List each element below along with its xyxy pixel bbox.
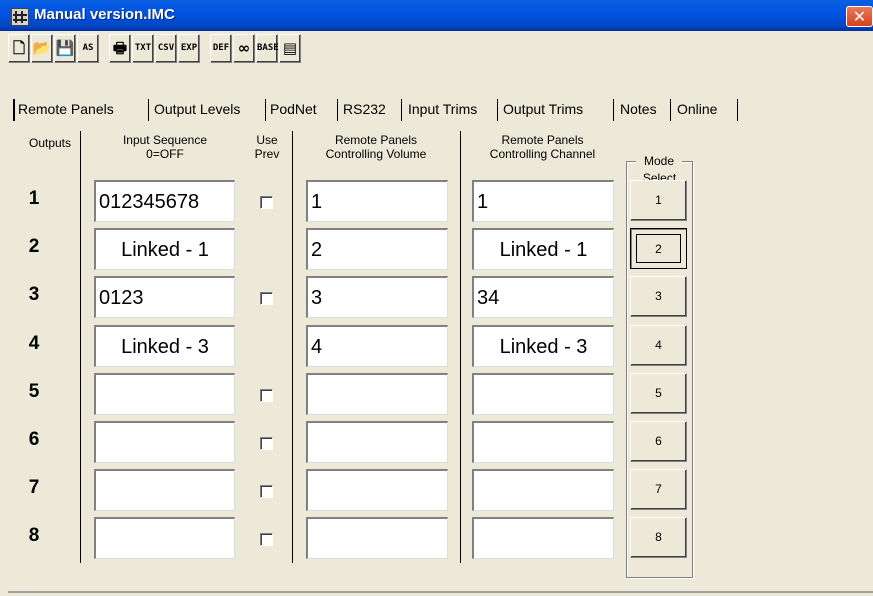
- remote-volume-field[interactable]: [306, 517, 448, 559]
- input-sequence-header: Input Sequence 0=OFF: [122, 133, 208, 161]
- tab-separator: [613, 99, 614, 121]
- link-icon[interactable]: ∞: [233, 34, 255, 63]
- column-divider: [292, 131, 293, 563]
- remote-channel-field[interactable]: Linked - 3: [472, 325, 614, 367]
- tab-online[interactable]: Online: [677, 101, 717, 117]
- mode-button-3[interactable]: 3: [630, 276, 687, 317]
- column-divider: [460, 131, 461, 563]
- window-title: Manual version.IMC: [34, 6, 175, 23]
- use-prev-checkbox[interactable]: [260, 196, 273, 209]
- remote-channel-field[interactable]: [472, 469, 614, 511]
- mode-button-5[interactable]: 5: [630, 373, 687, 414]
- remote-channel-field[interactable]: [472, 373, 614, 415]
- tab-separator: [265, 99, 266, 121]
- input-sequence-field[interactable]: 0123: [94, 276, 235, 318]
- print-icon[interactable]: 🖶: [109, 34, 131, 63]
- export-exp-button[interactable]: EXP: [178, 34, 200, 63]
- tab-notes[interactable]: Notes: [620, 101, 657, 117]
- remote-channel-header: Remote Panels Controlling Channel: [489, 133, 596, 161]
- export-txt-button[interactable]: TXT: [132, 34, 154, 63]
- remote-channel-field[interactable]: [472, 421, 614, 463]
- input-sequence-field[interactable]: [94, 421, 235, 463]
- input-sequence-field[interactable]: [94, 373, 235, 415]
- panel-icon[interactable]: ▤: [279, 34, 301, 63]
- row-number: 6: [28, 429, 40, 450]
- mode-label: Mode: [636, 154, 682, 168]
- remote-volume-field[interactable]: 2: [306, 228, 448, 270]
- tab-rs232[interactable]: RS232: [343, 101, 386, 117]
- row-number: 1: [28, 188, 40, 209]
- use-prev-checkbox[interactable]: [260, 389, 273, 402]
- remote-channel-field[interactable]: 1: [472, 180, 614, 222]
- tab-separator: [337, 99, 338, 121]
- tab-output-trims[interactable]: Output Trims: [503, 101, 583, 117]
- close-button[interactable]: ✕: [846, 6, 873, 27]
- remote-volume-header: Remote Panels Controlling Volume: [325, 133, 427, 161]
- use-prev-checkbox[interactable]: [260, 437, 273, 450]
- mode-button-4[interactable]: 4: [630, 325, 687, 366]
- column-divider: [80, 131, 81, 563]
- mode-button-1[interactable]: 1: [630, 180, 687, 221]
- tab-separator: [737, 99, 738, 121]
- row-number: 4: [28, 333, 40, 354]
- row-number: 2: [28, 236, 40, 257]
- export-csv-button[interactable]: CSV: [155, 34, 177, 63]
- row-number: 3: [28, 284, 40, 305]
- use-prev-checkbox[interactable]: [260, 485, 273, 498]
- mode-button-2[interactable]: 2: [630, 228, 687, 269]
- save-as-icon[interactable]: AS: [77, 34, 99, 63]
- remote-volume-field[interactable]: 1: [306, 180, 448, 222]
- remote-volume-field[interactable]: 4: [306, 325, 448, 367]
- input-sequence-field[interactable]: 012345678: [94, 180, 235, 222]
- remote-channel-field[interactable]: Linked - 1: [472, 228, 614, 270]
- close-icon: ✕: [852, 7, 867, 26]
- tab-separator: [670, 99, 671, 121]
- app-icon: [11, 8, 29, 26]
- input-sequence-field[interactable]: Linked - 1: [94, 228, 235, 270]
- input-sequence-field[interactable]: Linked - 3: [94, 325, 235, 367]
- tab-remote-panels[interactable]: Remote Panels: [18, 101, 114, 117]
- row-number: 8: [28, 525, 40, 546]
- row-number: 5: [28, 381, 40, 402]
- use-prev-checkbox[interactable]: [260, 533, 273, 546]
- mode-button-8[interactable]: 8: [630, 517, 687, 558]
- tab-output-levels[interactable]: Output Levels: [154, 101, 240, 117]
- remote-channel-field[interactable]: 34: [472, 276, 614, 318]
- remote-volume-field[interactable]: [306, 421, 448, 463]
- mode-select-group: [626, 161, 693, 578]
- open-folder-icon[interactable]: 📂: [31, 34, 53, 63]
- remote-volume-field[interactable]: 3: [306, 276, 448, 318]
- use-prev-checkbox[interactable]: [260, 292, 273, 305]
- outputs-header: Outputs: [28, 136, 72, 150]
- remote-volume-field[interactable]: [306, 373, 448, 415]
- title-bar[interactable]: Manual version.IMC ✕: [0, 0, 873, 31]
- tab-edge: [13, 99, 15, 121]
- tab-separator: [148, 99, 149, 121]
- bottom-border: [8, 591, 873, 593]
- remote-channel-field[interactable]: [472, 517, 614, 559]
- tab-input-trims[interactable]: Input Trims: [408, 101, 477, 117]
- use-prev-header: Use Prev: [254, 133, 280, 161]
- input-sequence-field[interactable]: [94, 517, 235, 559]
- tab-separator: [401, 99, 402, 121]
- new-file-icon[interactable]: 🗋: [8, 34, 30, 63]
- tab-podnet[interactable]: PodNet: [270, 101, 317, 117]
- input-sequence-field[interactable]: [94, 469, 235, 511]
- remote-volume-field[interactable]: [306, 469, 448, 511]
- base-button[interactable]: BASE: [256, 34, 279, 63]
- row-number: 7: [28, 477, 40, 498]
- save-icon[interactable]: 💾: [54, 34, 76, 63]
- mode-button-6[interactable]: 6: [630, 421, 687, 462]
- def-button[interactable]: DEF: [210, 34, 232, 63]
- mode-button-7[interactable]: 7: [630, 469, 687, 510]
- tab-separator: [497, 99, 498, 121]
